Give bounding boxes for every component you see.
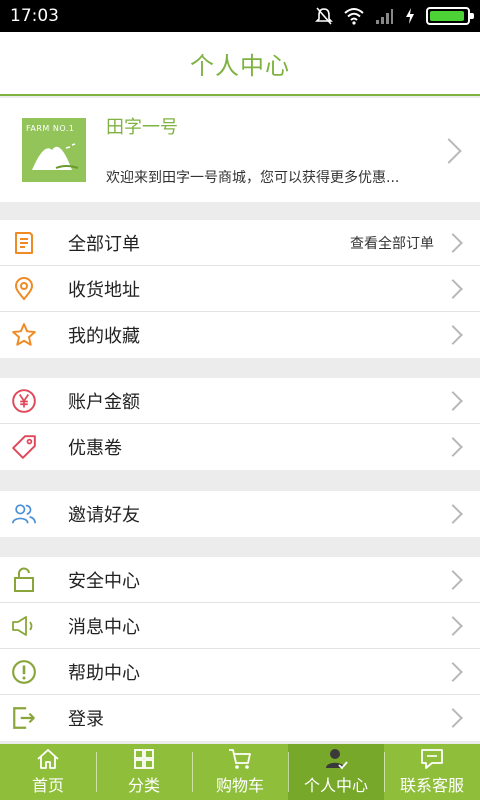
- title-bar: 个人中心: [0, 32, 480, 96]
- menu-item-coupons[interactable]: 优惠卷: [0, 424, 480, 470]
- menu-item-balance[interactable]: 账户金额: [0, 378, 480, 424]
- tag-icon: [11, 434, 37, 460]
- nav-cart[interactable]: 购物车: [192, 744, 288, 800]
- menu-item-label: 消息中心: [68, 616, 140, 638]
- friends-icon: [11, 501, 37, 527]
- nav-label: 购物车: [215, 776, 264, 795]
- signal-icon: [376, 9, 393, 24]
- view-all-orders-link[interactable]: 查看全部订单: [350, 233, 434, 253]
- nav-profile[interactable]: 个人中心: [288, 744, 384, 800]
- nav-label: 个人中心: [303, 776, 368, 795]
- mute-bell-icon: [315, 7, 333, 25]
- nav-category[interactable]: 分类: [96, 744, 192, 800]
- nav-home[interactable]: 首页: [0, 744, 96, 800]
- menu-item-label: 我的收藏: [68, 326, 140, 347]
- chevron-right-icon: [443, 708, 463, 728]
- menu-group-orders: 全部订单 查看全部订单 收货地址 我的收藏: [0, 220, 480, 358]
- order-list-icon: [11, 230, 37, 256]
- exclamation-icon: [11, 659, 37, 685]
- login-icon: [11, 705, 37, 731]
- speaker-icon: [11, 613, 37, 639]
- home-icon: [37, 749, 59, 769]
- charging-icon: [406, 8, 414, 24]
- person-icon: [326, 749, 348, 770]
- menu-item-label: 邀请好友: [68, 505, 140, 526]
- menu-item-help[interactable]: 帮助中心: [0, 649, 480, 695]
- cart-icon: [229, 749, 251, 769]
- menu-item-label: 安全中心: [68, 570, 140, 592]
- brand-logo: FARM NO.1: [22, 118, 86, 182]
- bottom-nav: 首页 分类 购物车 个人中心 联系客服: [0, 744, 480, 800]
- chevron-right-icon: [443, 662, 463, 682]
- chevron-right-icon: [443, 616, 463, 636]
- chevron-right-icon: [443, 570, 463, 590]
- star-icon: [11, 322, 37, 348]
- menu-item-label: 账户金额: [68, 391, 140, 413]
- menu-item-all-orders[interactable]: 全部订单 查看全部订单: [0, 220, 480, 266]
- menu-item-label: 收货地址: [68, 279, 140, 301]
- menu-item-invite-friends[interactable]: 邀请好友: [0, 491, 480, 537]
- battery-icon: [426, 7, 474, 25]
- location-pin-icon: [11, 276, 37, 302]
- nav-label: 首页: [31, 776, 64, 795]
- menu-group-social: 邀请好友: [0, 491, 480, 537]
- chevron-right-icon: [443, 391, 463, 411]
- menu-item-label: 全部订单: [68, 233, 140, 255]
- menu-item-messages[interactable]: 消息中心: [0, 603, 480, 649]
- nav-customer-service[interactable]: 联系客服: [384, 744, 480, 800]
- menu-item-security[interactable]: 安全中心: [0, 557, 480, 603]
- wifi-icon: [344, 8, 364, 25]
- profile-welcome: 欢迎来到田字一号商城，您可以获得更多优惠...: [106, 170, 400, 186]
- mountain-logo-icon: [32, 143, 79, 170]
- menu-item-favorites[interactable]: 我的收藏: [0, 312, 480, 358]
- profile-card[interactable]: FARM NO.1 田字一号 欢迎来到田字一号商城，您可以获得更多优惠...: [0, 98, 480, 202]
- chevron-right-icon: [443, 279, 463, 299]
- menu-item-label: 优惠卷: [68, 438, 122, 459]
- chevron-right-icon: [443, 233, 463, 253]
- nav-label: 分类: [127, 776, 160, 795]
- menu-item-label: 帮助中心: [68, 662, 140, 684]
- menu-group-system: 安全中心 消息中心 帮助中心 登录: [0, 557, 480, 741]
- menu-group-account: 账户金额 优惠卷: [0, 378, 480, 470]
- grid-icon: [134, 749, 154, 769]
- yen-icon: [11, 388, 37, 414]
- chat-icon: [421, 749, 443, 769]
- profile-name: 田字一号: [106, 117, 178, 138]
- menu-item-address[interactable]: 收货地址: [0, 266, 480, 312]
- menu-item-login[interactable]: 登录: [0, 695, 480, 741]
- nav-label: 联系客服: [399, 776, 464, 795]
- chevron-right-icon: [443, 437, 463, 457]
- chevron-right-icon: [443, 325, 463, 345]
- status-bar: 17:03: [0, 0, 480, 32]
- lock-icon: [11, 566, 37, 593]
- menu-item-label: 登录: [68, 709, 104, 730]
- status-time: 17:03: [10, 6, 59, 26]
- chevron-right-icon: [443, 504, 463, 524]
- page-title: 个人中心: [190, 51, 290, 80]
